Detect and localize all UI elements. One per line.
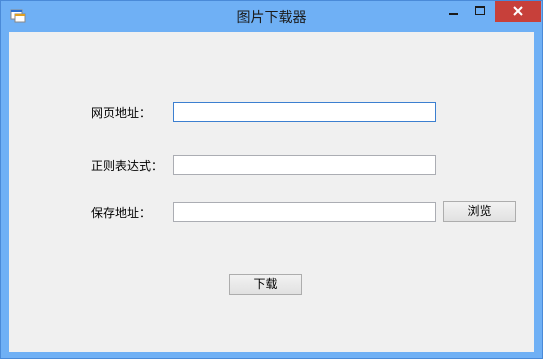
maximize-button[interactable] (467, 1, 493, 23)
form-client-area: 网页地址： 正则表达式： 保存地址： 浏览 下载 (9, 32, 534, 352)
regex-input[interactable] (174, 158, 435, 176)
browse-button[interactable]: 浏览 (443, 201, 516, 222)
url-field[interactable] (173, 102, 436, 123)
minimize-button[interactable] (441, 1, 467, 23)
main-window: 图片下载器 网页地址： 正则表达式： 保存地址： 浏览 下载 (0, 0, 543, 359)
regex-field[interactable] (173, 155, 436, 176)
url-label: 网页地址： (91, 106, 152, 120)
save-path-label: 保存地址： (91, 206, 152, 220)
maximize-icon (475, 6, 485, 15)
close-button[interactable] (495, 1, 541, 22)
save-path-field[interactable] (173, 202, 436, 223)
close-icon (513, 6, 523, 16)
url-input[interactable] (174, 105, 435, 123)
title-bar[interactable]: 图片下载器 (1, 1, 542, 31)
regex-label: 正则表达式： (91, 159, 164, 173)
save-path-input[interactable] (174, 205, 435, 223)
minimize-icon (449, 13, 458, 15)
download-button[interactable]: 下载 (229, 274, 302, 295)
